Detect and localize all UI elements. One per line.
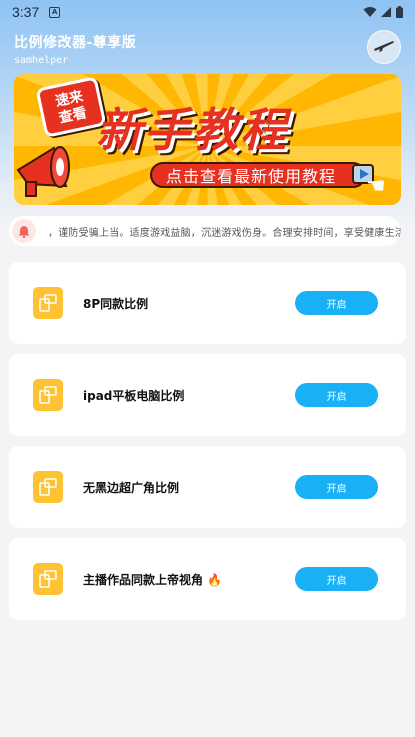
screen-ratio-icon [33, 287, 63, 319]
option-card: 无黑边超广角比例 开启 [9, 446, 406, 528]
option-label: 8P同款比例 [83, 296, 149, 311]
wifi-icon [363, 7, 377, 17]
option-card: 主播作品同款上帝视角 🔥 开启 [9, 538, 406, 620]
enable-button[interactable]: 开启 [295, 291, 378, 315]
banner-headline: 新手教程 [96, 103, 288, 157]
screen-ratio-icon [33, 379, 63, 411]
battery-icon [396, 6, 403, 18]
option-label: 主播作品同款上帝视角 🔥 [83, 572, 223, 587]
status-time: 3:37 [12, 4, 40, 20]
enable-button[interactable]: 开启 [295, 567, 378, 591]
pointing-hand-icon: ☚ [366, 174, 386, 199]
screen-ratio-icon [33, 563, 63, 595]
notice-marquee: ，谨防受骗上当。适度游戏益脑，沉迷游戏伤身。合理安排时间，享受健康生活。 [9, 216, 401, 246]
enable-button[interactable]: 开启 [295, 383, 378, 407]
notice-text: ，谨防受骗上当。适度游戏益脑，沉迷游戏伤身。合理安排时间，享受健康生活。 [48, 227, 401, 239]
option-label: 无黑边超广角比例 [83, 480, 180, 495]
enable-button[interactable]: 开启 [295, 475, 378, 499]
bell-icon [12, 219, 36, 243]
status-bar: 3:37 A [0, 0, 415, 24]
status-icons [363, 6, 403, 18]
option-card: ipad平板电脑比例 开启 [9, 354, 406, 436]
banner-pill: 点击查看最新使用教程 [150, 162, 366, 188]
notification-a-icon: A [49, 6, 61, 18]
signal-icon [381, 6, 391, 17]
option-label: ipad平板电脑比例 [83, 388, 185, 403]
app-header: 比例修改器-尊享版 samhelper [14, 32, 136, 66]
option-card: 8P同款比例 开启 [9, 262, 406, 344]
rifle-icon [374, 41, 394, 52]
app-title: 比例修改器-尊享版 [14, 35, 137, 51]
screen-ratio-icon [33, 471, 63, 503]
avatar[interactable] [367, 30, 401, 64]
megaphone-icon [16, 146, 70, 197]
app-subtitle: samhelper [14, 55, 69, 66]
tutorial-banner[interactable]: 速来 查看 新手教程 点击查看最新使用教程 ☚ [14, 74, 401, 205]
